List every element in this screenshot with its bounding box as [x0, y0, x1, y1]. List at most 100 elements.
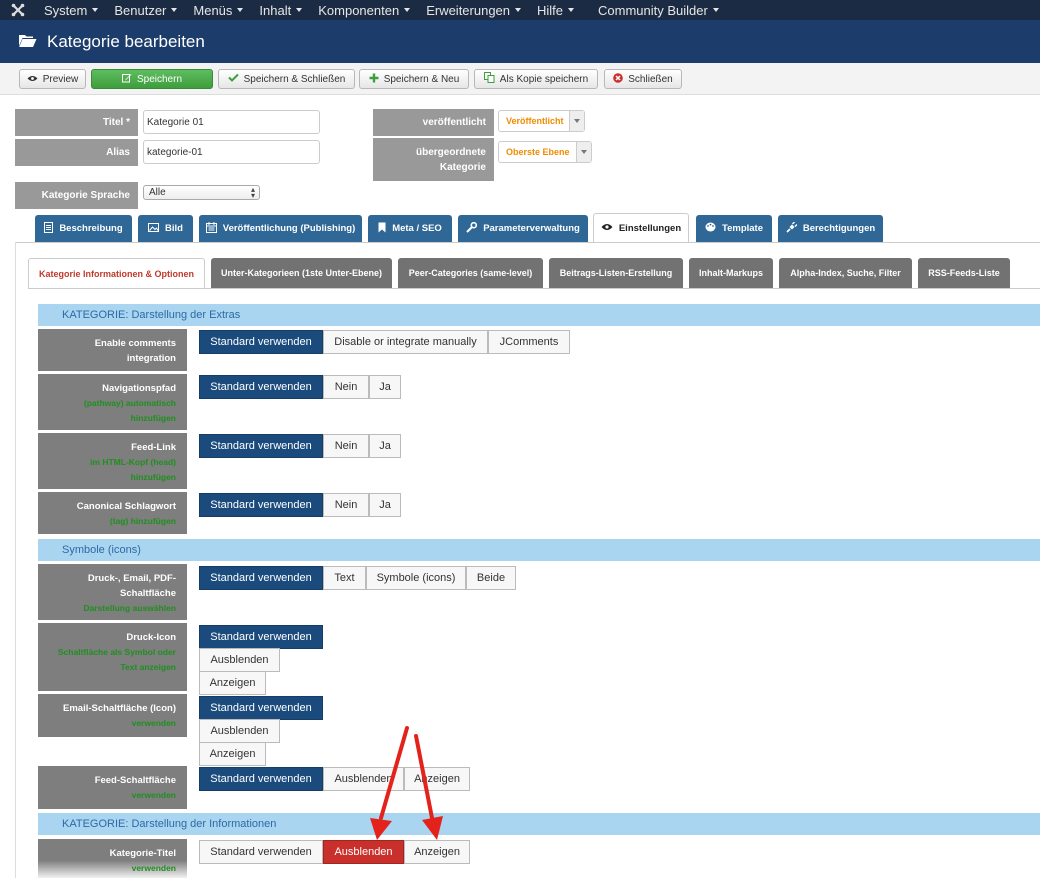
save-new-button[interactable]: Speichern & Neu: [359, 69, 469, 89]
printemail-option-beide[interactable]: Beide: [466, 566, 516, 590]
checkmark-icon: [227, 73, 239, 85]
menu-menus[interactable]: Menüs: [185, 3, 251, 18]
caret-down-icon: [515, 8, 522, 12]
menu-label: Hilfe: [537, 2, 564, 18]
param-sublabel: verwenden: [131, 790, 176, 800]
param-label-line: Navigationspfad: [102, 383, 176, 394]
param-label-line: Feed-Schaltfläche: [94, 775, 176, 786]
save-copy-label: Als Kopie speichern: [499, 73, 589, 85]
caret-down-icon: [171, 8, 178, 12]
pathway-option-nein[interactable]: Nein: [323, 375, 369, 399]
param-label-line: Schaltfläche: [120, 588, 176, 599]
tab-label: Veröffentlichung (Publishing): [222, 223, 356, 234]
save-label: Speichern: [136, 73, 183, 85]
tab-parameterverwaltung[interactable]: Parameterverwaltung: [458, 215, 588, 242]
param-label-feedbtn: Feed-Schaltfläche verwenden: [38, 766, 187, 809]
param-sublabel: (pathway) automatisch: [83, 398, 176, 408]
tab-einstellungen[interactable]: Einstellungen: [593, 213, 689, 243]
comments-option-jcomments[interactable]: JComments: [488, 330, 570, 354]
subtab-peer-categories[interactable]: Peer-Categories (same-level): [398, 258, 543, 288]
menu-label: System: [44, 2, 88, 18]
menu-content[interactable]: Inhalt: [251, 3, 310, 18]
printicon-option-ausblenden[interactable]: Ausblenden: [199, 648, 280, 672]
feedlink-option-nein[interactable]: Nein: [323, 434, 369, 458]
plus-icon: [369, 73, 379, 86]
tab-bild[interactable]: Bild: [138, 215, 193, 242]
comments-option-standard[interactable]: Standard verwenden: [199, 330, 323, 354]
wrench-icon: [466, 221, 478, 236]
caret-down-icon: [404, 8, 411, 12]
canonical-option-ja[interactable]: Ja: [369, 493, 401, 517]
save-close-label: Speichern & Schließen: [243, 73, 346, 85]
parent-select[interactable]: Oberste Ebene: [498, 141, 592, 163]
subtab-inhalt-markups[interactable]: Inhalt-Markups: [689, 258, 773, 288]
subtab-kategorie-informationen[interactable]: Kategorie Informationen & Optionen: [28, 258, 205, 288]
save-close-button[interactable]: Speichern & Schließen: [218, 69, 355, 89]
subtab-beitrags-listen[interactable]: Beitrags-Listen-Erstellung: [549, 258, 683, 288]
emailicon-option-anzeigen[interactable]: Anzeigen: [199, 742, 266, 766]
printicon-option-standard[interactable]: Standard verwenden: [199, 625, 323, 649]
subtab-alpha-index[interactable]: Alpha-Index, Suche, Filter: [779, 258, 912, 288]
tab-label: Beschreibung: [59, 223, 123, 234]
param-label-feedlink: Feed-Link im HTML-Kopf (head) hinzufügen: [38, 433, 187, 489]
edit-icon: [121, 73, 132, 86]
subtab-pane-border: [28, 288, 1040, 289]
tab-template[interactable]: Template: [696, 215, 772, 242]
param-label-line: Enable comments: [94, 338, 176, 349]
param-label-line: Email-Schaltfläche (Icon): [63, 703, 176, 714]
feedlink-option-ja[interactable]: Ja: [369, 434, 401, 458]
menu-users[interactable]: Benutzer: [106, 3, 185, 18]
menu-label: Komponenten: [318, 2, 400, 18]
subtab-unter-kategorieen[interactable]: Unter-Kategorieen (1ste Unter-Ebene): [211, 258, 392, 288]
feedbtn-option-standard[interactable]: Standard verwenden: [199, 767, 323, 791]
feedbtn-option-ausblenden[interactable]: Ausblenden: [323, 767, 404, 791]
canonical-option-nein[interactable]: Nein: [323, 493, 369, 517]
document-icon: [44, 221, 54, 236]
param-label-line: Druck-, Email, PDF-: [87, 573, 176, 584]
save-copy-button[interactable]: Als Kopie speichern: [474, 69, 598, 89]
printemail-option-standard[interactable]: Standard verwenden: [199, 566, 323, 590]
subtab-rss-feeds[interactable]: RSS-Feeds-Liste: [918, 258, 1010, 288]
title-label: Titel *: [15, 109, 138, 136]
cattitle-option-standard[interactable]: Standard verwenden: [199, 840, 323, 864]
feedlink-option-standard[interactable]: Standard verwenden: [199, 434, 323, 458]
alias-input[interactable]: kategorie-01: [143, 140, 320, 164]
tab-beschreibung[interactable]: Beschreibung: [35, 215, 132, 242]
tab-meta-seo[interactable]: Meta / SEO: [368, 215, 452, 242]
printemail-option-symbole[interactable]: Symbole (icons): [366, 566, 466, 590]
close-button[interactable]: Schließen: [604, 69, 682, 89]
joomla-logo-icon[interactable]: [0, 3, 36, 17]
param-label-line: Druck-Icon: [126, 632, 176, 643]
published-select[interactable]: Veröffentlicht: [498, 110, 585, 132]
cattitle-option-ausblenden[interactable]: Ausblenden: [323, 840, 404, 864]
feedbtn-option-anzeigen[interactable]: Anzeigen: [404, 767, 470, 791]
pathway-option-ja[interactable]: Ja: [369, 375, 401, 399]
cancel-icon: [613, 72, 624, 86]
menu-components[interactable]: Komponenten: [310, 3, 418, 18]
emailicon-option-ausblenden[interactable]: Ausblenden: [199, 719, 280, 743]
preview-button[interactable]: Preview: [19, 69, 86, 89]
caret-down-icon: [296, 8, 303, 12]
emailicon-option-standard[interactable]: Standard verwenden: [199, 696, 323, 720]
printicon-option-anzeigen[interactable]: Anzeigen: [199, 671, 266, 695]
canonical-option-standard[interactable]: Standard verwenden: [199, 493, 323, 517]
title-input[interactable]: Kategorie 01: [143, 110, 320, 134]
tab-berechtigungen[interactable]: Berechtigungen: [778, 215, 883, 242]
menu-extensions[interactable]: Erweiterungen: [418, 3, 529, 18]
image-icon: [148, 222, 160, 235]
cattitle-option-anzeigen[interactable]: Anzeigen: [404, 840, 470, 864]
menu-help[interactable]: Hilfe: [529, 3, 582, 18]
caret-down-icon: [712, 8, 719, 12]
save-new-label: Speichern & Neu: [383, 73, 460, 85]
language-select[interactable]: Alle ▴ ▾: [143, 185, 260, 200]
menu-community-builder[interactable]: Community Builder: [590, 3, 727, 18]
comments-option-disable[interactable]: Disable or integrate manually: [323, 330, 488, 354]
printemail-option-text[interactable]: Text: [323, 566, 366, 590]
param-label-comments: Enable comments integration: [38, 329, 187, 371]
save-button[interactable]: Speichern: [91, 69, 213, 89]
pathway-option-standard[interactable]: Standard verwenden: [199, 375, 323, 399]
param-label-printicon: Druck-Icon Schaltfläche als Symbol oder …: [38, 623, 187, 691]
tab-pane-border-left: [15, 242, 16, 878]
menu-system[interactable]: System: [36, 3, 106, 18]
tab-publishing[interactable]: Veröffentlichung (Publishing): [199, 215, 362, 242]
